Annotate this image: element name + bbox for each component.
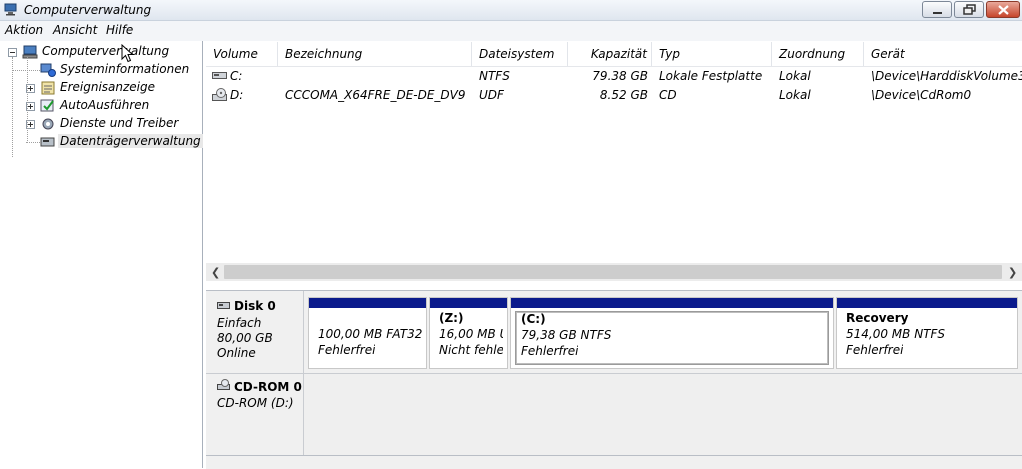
partition-info: 514,00 MB NTFS	[846, 327, 946, 341]
column-header-typ[interactable]: Typ	[652, 42, 772, 66]
navigation-tree: Computerverwaltung Systeminformationen E…	[0, 41, 203, 468]
disk-size: 80,00 GB	[217, 331, 273, 345]
services-icon	[42, 118, 54, 130]
collapse-root-toggle[interactable]	[8, 48, 17, 57]
table-row[interactable]: C: NTFS 79.38 GB Lokale Festplatte Lokal…	[206, 68, 1022, 87]
cell-kapazitaet: 79.38 GB	[592, 69, 648, 83]
column-header-volume[interactable]: Volume	[206, 42, 278, 66]
autorun-icon	[40, 99, 54, 112]
partition-z[interactable]: (Z:) 16,00 MB Ur Nicht fehlen	[429, 297, 508, 369]
minimize-button[interactable]	[922, 1, 952, 18]
column-header-zuordnung[interactable]: Zuordnung	[772, 42, 864, 66]
disk-status: Online	[217, 346, 256, 360]
cell-volume: C:	[230, 69, 243, 83]
computer-management-icon	[4, 3, 17, 16]
disk-name: Disk 0	[234, 299, 276, 313]
partition-title: (Z:)	[439, 311, 464, 325]
menu-aktion[interactable]: Aktion	[5, 23, 43, 37]
cell-volume: D:	[230, 88, 244, 102]
status-strip	[206, 455, 1022, 469]
cell-zuordnung: Lokal	[779, 69, 811, 83]
window-title: Computerverwaltung	[24, 3, 152, 17]
partition-status: Fehlerfrei	[846, 343, 904, 357]
hard-disk-icon	[217, 302, 230, 309]
scrollbar-thumb[interactable]	[224, 265, 1002, 279]
disk-0-label[interactable]: Disk 0 Einfach 80,00 GB Online	[206, 291, 304, 373]
column-header-dateisystem[interactable]: Dateisystem	[472, 42, 568, 66]
column-header-kapazitaet[interactable]: Kapazität	[568, 42, 652, 66]
cdrom-0-label[interactable]: CD-ROM 0 CD-ROM (D:)	[206, 374, 304, 456]
cd-drive-icon	[212, 88, 227, 101]
disk-type: Einfach	[217, 316, 262, 330]
cell-dateisystem: NTFS	[479, 69, 510, 83]
title-bar: Computerverwaltung	[0, 0, 1022, 21]
volume-list-header: Volume Bezeichnung Dateisystem Kapazität…	[206, 42, 1022, 67]
disk-management-icon	[40, 137, 55, 147]
partition-title: Recovery	[846, 311, 909, 325]
disk-layout-panel: Disk 0 Einfach 80,00 GB Online 100,00 MB…	[206, 290, 1022, 469]
cell-geraet: \Device\HarddiskVolume3	[871, 69, 1022, 83]
restore-icon	[963, 4, 976, 15]
partition-efi[interactable]: 100,00 MB FAT32 Fehlerfrei	[308, 297, 427, 369]
partition-title: (C:)	[521, 312, 546, 326]
column-header-geraet[interactable]: Gerät	[864, 42, 1022, 66]
cdrom-media-area[interactable]	[304, 374, 1022, 456]
partition-c[interactable]: (C:) 79,38 GB NTFS Fehlerfrei	[510, 297, 834, 369]
close-button[interactable]	[986, 1, 1020, 18]
disk-type: CD-ROM (D:)	[217, 396, 294, 410]
restore-button[interactable]	[954, 1, 984, 18]
cell-dateisystem: UDF	[479, 88, 504, 102]
scroll-right-icon[interactable]: ❯	[1008, 266, 1017, 279]
disk-name: CD-ROM 0	[234, 380, 302, 394]
hard-disk-icon	[212, 72, 227, 79]
table-row[interactable]: D: CCCOMA_X64FRE_DE-DE_DV9 UDF 8.52 GB C…	[206, 87, 1022, 106]
cell-typ: CD	[659, 88, 677, 102]
volume-list: Volume Bezeichnung Dateisystem Kapazität…	[206, 41, 1022, 287]
partition-recovery[interactable]: Recovery 514,00 MB NTFS Fehlerfrei	[836, 297, 1018, 369]
scroll-left-icon[interactable]: ❮	[211, 266, 220, 279]
mouse-cursor-icon	[121, 44, 134, 63]
cdrom-0-row: CD-ROM 0 CD-ROM (D:)	[206, 373, 1022, 456]
computer-icon	[22, 45, 38, 59]
partition-info: 100,00 MB FAT32	[318, 327, 423, 341]
menu-ansicht[interactable]: Ansicht	[53, 23, 97, 37]
menu-hilfe[interactable]: Hilfe	[106, 23, 133, 37]
column-header-bezeichnung[interactable]: Bezeichnung	[278, 42, 472, 66]
event-viewer-icon	[41, 81, 55, 95]
cell-typ: Lokale Festplatte	[659, 69, 763, 83]
cell-geraet: \Device\CdRom0	[871, 88, 972, 102]
close-icon	[998, 5, 1009, 15]
minimize-icon	[933, 12, 942, 14]
cell-bezeichnung: CCCOMA_X64FRE_DE-DE_DV9	[285, 88, 466, 102]
partition-status: Fehlerfrei	[318, 343, 376, 357]
horizontal-scrollbar[interactable]: ❮ ❯	[206, 263, 1022, 281]
cell-zuordnung: Lokal	[779, 88, 811, 102]
cell-kapazitaet: 8.52 GB	[599, 88, 648, 102]
cd-drive-icon	[217, 379, 230, 390]
partition-info: 79,38 GB NTFS	[521, 328, 612, 342]
partition-info: 16,00 MB Ur	[439, 327, 503, 341]
partition-status: Fehlerfrei	[521, 344, 579, 358]
menu-bar: Aktion Ansicht Hilfe	[0, 21, 1022, 41]
system-info-icon	[40, 63, 56, 77]
partition-status: Nicht fehlen	[439, 343, 503, 357]
